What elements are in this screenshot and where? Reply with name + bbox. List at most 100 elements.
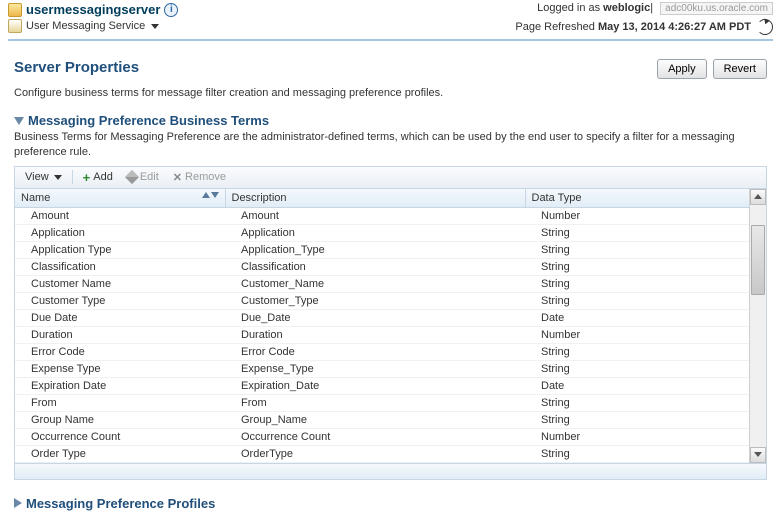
context-menu-label: User Messaging Service bbox=[26, 20, 145, 32]
table-row[interactable]: Customer TypeCustomer_TypeString bbox=[15, 292, 749, 309]
table-cell: Duration bbox=[15, 326, 225, 343]
login-info: Logged in as weblogic| adc00ku.us.oracle… bbox=[515, 2, 773, 15]
column-header-name[interactable]: Name bbox=[15, 189, 225, 208]
table-row[interactable]: Expense TypeExpense_TypeString bbox=[15, 360, 749, 377]
sort-arrows[interactable] bbox=[202, 192, 219, 198]
refresh-icon[interactable] bbox=[757, 19, 773, 35]
collapse-icon bbox=[14, 117, 24, 125]
table-cell: Application Type bbox=[15, 241, 225, 258]
table-cell: Amount bbox=[15, 207, 225, 224]
table-cell: Occurrence Count bbox=[225, 428, 525, 445]
table-cell: From bbox=[225, 394, 525, 411]
table-row[interactable]: Occurrence CountOccurrence CountNumber bbox=[15, 428, 749, 445]
add-button[interactable]: + Add bbox=[77, 170, 119, 184]
refreshed-time: May 13, 2014 4:26:27 AM PDT bbox=[598, 21, 751, 33]
revert-button[interactable]: Revert bbox=[713, 59, 767, 79]
table-cell: Duration bbox=[225, 326, 525, 343]
table-cell: Application_Type bbox=[225, 241, 525, 258]
table-cell: Customer Type bbox=[15, 292, 225, 309]
table-cell: Application bbox=[15, 224, 225, 241]
page-description: Configure business terms for message fil… bbox=[14, 87, 767, 99]
table-row[interactable]: Group NameGroup_NameString bbox=[15, 411, 749, 428]
host-name: adc00ku.us.oracle.com bbox=[660, 2, 773, 15]
table-row[interactable]: Order TypeOrderTypeString bbox=[15, 445, 749, 462]
refreshed-prefix: Page Refreshed bbox=[515, 21, 598, 33]
toolbar-separator bbox=[72, 170, 73, 184]
table-toolbar: View + Add Edit ✕ Remove bbox=[14, 166, 767, 188]
pencil-icon bbox=[125, 170, 139, 184]
page-target-title: usermessagingserver bbox=[26, 2, 160, 17]
table-cell: String bbox=[525, 241, 749, 258]
table-cell: OrderType bbox=[225, 445, 525, 462]
table-cell: Due_Date bbox=[225, 309, 525, 326]
table-row[interactable]: Expiration DateExpiration_DateDate bbox=[15, 377, 749, 394]
table-cell: Customer_Type bbox=[225, 292, 525, 309]
table-cell: Classification bbox=[225, 258, 525, 275]
plus-icon: + bbox=[83, 172, 91, 183]
remove-label: Remove bbox=[185, 171, 226, 183]
table-cell: Due Date bbox=[15, 309, 225, 326]
edit-label: Edit bbox=[140, 171, 159, 183]
vertical-scrollbar[interactable] bbox=[749, 189, 766, 463]
terms-section-description: Business Terms for Messaging Preference … bbox=[14, 130, 767, 160]
column-header-description[interactable]: Description bbox=[225, 189, 525, 208]
table-cell: Group Name bbox=[15, 411, 225, 428]
table-cell: Error Code bbox=[15, 343, 225, 360]
column-header-datatype[interactable]: Data Type bbox=[525, 189, 749, 208]
table-cell: String bbox=[525, 275, 749, 292]
col-type-label: Data Type bbox=[532, 192, 582, 204]
edit-button: Edit bbox=[121, 170, 165, 184]
table-row[interactable]: ClassificationClassificationString bbox=[15, 258, 749, 275]
table-cell: Expiration Date bbox=[15, 377, 225, 394]
table-row[interactable]: ApplicationApplicationString bbox=[15, 224, 749, 241]
table-cell: String bbox=[525, 224, 749, 241]
table-cell: Order Type bbox=[15, 445, 225, 462]
table-row[interactable]: DurationDurationNumber bbox=[15, 326, 749, 343]
service-icon bbox=[8, 19, 22, 33]
server-icon bbox=[8, 3, 22, 17]
logged-in-user: weblogic bbox=[603, 2, 650, 14]
table-cell: String bbox=[525, 411, 749, 428]
apply-button[interactable]: Apply bbox=[657, 59, 707, 79]
table-row[interactable]: Application TypeApplication_TypeString bbox=[15, 241, 749, 258]
terms-section-header[interactable]: Messaging Preference Business Terms bbox=[14, 113, 767, 128]
table-row[interactable]: Error CodeError CodeString bbox=[15, 343, 749, 360]
view-label: View bbox=[25, 171, 49, 183]
table-cell: String bbox=[525, 360, 749, 377]
table-cell: String bbox=[525, 394, 749, 411]
table-cell: Number bbox=[525, 207, 749, 224]
chevron-down-icon bbox=[151, 24, 159, 29]
scroll-down-button[interactable] bbox=[750, 447, 766, 463]
scroll-thumb[interactable] bbox=[751, 225, 765, 295]
table-cell: Expense Type bbox=[15, 360, 225, 377]
table-cell: Customer Name bbox=[15, 275, 225, 292]
table-cell: Number bbox=[525, 428, 749, 445]
table-cell: String bbox=[525, 292, 749, 309]
scroll-up-button[interactable] bbox=[750, 189, 766, 205]
table-cell: From bbox=[15, 394, 225, 411]
x-icon: ✕ bbox=[173, 171, 182, 184]
col-name-label: Name bbox=[21, 192, 50, 204]
table-cell: String bbox=[525, 343, 749, 360]
table-cell: Customer_Name bbox=[225, 275, 525, 292]
scroll-track[interactable] bbox=[750, 205, 766, 447]
view-menu[interactable]: View bbox=[19, 170, 68, 184]
col-desc-label: Description bbox=[232, 192, 287, 204]
remove-button: ✕ Remove bbox=[167, 170, 232, 185]
table-cell: Application bbox=[225, 224, 525, 241]
info-icon[interactable]: i bbox=[164, 3, 178, 17]
table-row[interactable]: FromFromString bbox=[15, 394, 749, 411]
table-row[interactable]: Customer NameCustomer_NameString bbox=[15, 275, 749, 292]
table-cell: Error Code bbox=[225, 343, 525, 360]
page-refreshed-label: Page Refreshed May 13, 2014 4:26:27 AM P… bbox=[515, 21, 751, 33]
profiles-section-header[interactable]: Messaging Preference Profiles bbox=[14, 496, 767, 511]
table-cell: Occurrence Count bbox=[15, 428, 225, 445]
chevron-down-icon bbox=[54, 175, 62, 180]
terms-table-container: Name Description Data Type AmountAmountN… bbox=[14, 188, 767, 480]
context-menu[interactable]: User Messaging Service bbox=[8, 19, 178, 33]
profiles-section-title: Messaging Preference Profiles bbox=[26, 496, 215, 511]
table-row[interactable]: AmountAmountNumber bbox=[15, 207, 749, 224]
table-row[interactable]: Due DateDue_DateDate bbox=[15, 309, 749, 326]
add-label: Add bbox=[93, 171, 113, 183]
logged-in-prefix: Logged in as bbox=[537, 2, 603, 14]
